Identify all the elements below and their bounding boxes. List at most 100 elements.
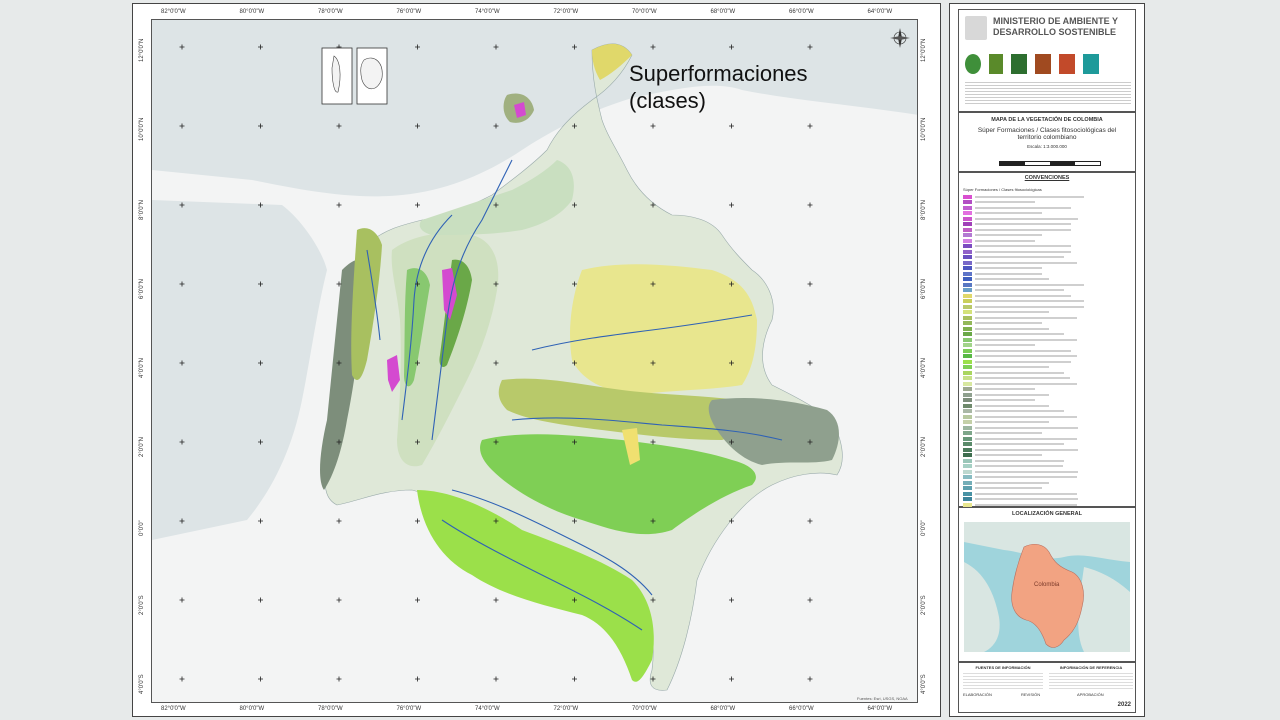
header-box: MINISTERIO DE AMBIENTE Y DESARROLLO SOST…	[958, 9, 1136, 112]
legend-swatch	[963, 348, 972, 353]
graticule-cross	[729, 676, 734, 682]
source-note: Fuentes: Esri, USGS, NOAA	[857, 696, 908, 701]
legend-label-line	[975, 393, 1049, 396]
map-canvas[interactable]: Fuentes: Esri, USGS, NOAA	[151, 19, 918, 703]
sources-text	[963, 671, 1043, 689]
legend-swatch	[963, 420, 972, 425]
location-inset-map: Colombia	[964, 522, 1130, 652]
longitude-label: 78°0'0"W	[318, 706, 343, 712]
footer-box: FUENTES DE INFORMACIÓN INFORMACIÓN DE RE…	[958, 662, 1136, 713]
legend-label-line	[975, 454, 1042, 457]
legend-label-line	[975, 360, 1071, 363]
legend-label-line	[975, 415, 1077, 418]
graticule-cross	[336, 676, 342, 682]
legend-swatch	[963, 260, 972, 265]
graticule-cross	[258, 676, 263, 682]
latitude-label: 12°0'0"N	[921, 38, 927, 62]
map-subtitle: Súper Formaciones / Clases fitosociológi…	[977, 127, 1117, 141]
legend-label-line	[975, 388, 1035, 391]
graticule-cross	[807, 123, 813, 129]
legend-label-line	[975, 432, 1042, 435]
graticule-cross	[650, 123, 656, 129]
legend-label-line	[975, 316, 1077, 319]
legend-swatch	[963, 458, 972, 463]
invemar-logo-icon	[1059, 54, 1075, 74]
llanos-savanna	[570, 264, 757, 395]
institution-logos	[965, 54, 1099, 74]
legend-swatch	[963, 491, 972, 496]
location-box: LOCALIZACIÓN GENERAL Colombia	[958, 507, 1136, 662]
legend-swatch	[963, 299, 972, 304]
map-title: MAPA DE LA VEGETACIÓN DE COLOMBIA	[991, 117, 1103, 123]
legend-swatch	[963, 442, 972, 447]
legend-swatch	[963, 321, 972, 326]
sources-header: FUENTES DE INFORMACIÓN	[975, 665, 1031, 670]
latitude-label: 2°0'0"N	[139, 436, 145, 457]
graticule-cross	[807, 518, 813, 524]
pacific-ocean	[152, 200, 327, 540]
graticule-cross	[258, 597, 263, 603]
legend-swatch	[963, 464, 972, 469]
graticule-cross	[415, 676, 420, 682]
legend-swatch	[963, 480, 972, 485]
reference-header: INFORMACIÓN DE REFERENCIA	[1059, 665, 1123, 670]
ministry-title: MINISTERIO DE AMBIENTE Y DESARROLLO SOST…	[993, 16, 1118, 37]
legend-swatch	[963, 376, 972, 381]
legend-swatch	[963, 332, 972, 337]
slide-headline: Superformaciones (clases)	[629, 61, 808, 113]
longitude-label: 80°0'0"W	[239, 9, 265, 15]
graticule-cross	[493, 676, 499, 682]
latitude-label: 8°0'0"N	[139, 199, 145, 220]
legend-label-line	[975, 377, 1070, 380]
legend-swatch	[963, 436, 972, 441]
year-label: 2022	[1117, 702, 1131, 708]
legend-swatch	[963, 354, 972, 359]
title-box: MAPA DE LA VEGETACIÓN DE COLOMBIA Súper …	[958, 112, 1136, 172]
map-frame: 82°0'0"W 80°0'0"W 78°0'0"W 76°0'0"W 74°0'0"W…	[132, 3, 941, 717]
graticule-cross	[179, 597, 185, 603]
legend-label-line	[975, 437, 1077, 440]
legend-label-line	[975, 305, 1084, 308]
legend-label-line	[975, 404, 1049, 407]
legend-label-line	[975, 338, 1077, 341]
legend-swatch	[963, 409, 972, 414]
legend-label-line	[975, 465, 1063, 468]
revision-label: REVISIÓN	[1021, 692, 1041, 697]
graticule-cross	[729, 202, 734, 208]
legend-label-line	[975, 217, 1078, 220]
approval-label: APROBACIÓN	[1077, 692, 1104, 697]
longitude-label: 82°0'0"W	[161, 706, 186, 712]
graticule-cross	[336, 202, 342, 208]
graticule-cross	[415, 597, 420, 603]
legend-label-line	[975, 201, 1035, 204]
legend-swatch	[963, 222, 972, 227]
legend-label-line	[975, 481, 1049, 484]
legend-label-line	[975, 459, 1064, 462]
graticule-cross	[729, 597, 734, 603]
graticule-cross	[415, 518, 420, 524]
longitude-label: 80°0'0"W	[239, 706, 265, 712]
legend-swatch	[963, 359, 972, 364]
legend-swatch	[963, 255, 972, 260]
latitude-label: 10°0'0"N	[921, 117, 927, 141]
legend-label-line	[975, 195, 1084, 198]
legend-label-line	[975, 426, 1078, 429]
legend-swatch	[963, 310, 972, 315]
legend-label-line	[975, 492, 1077, 495]
legend-swatch	[963, 315, 972, 320]
inset-providencia-island	[360, 57, 383, 90]
legend-label-line	[975, 278, 1049, 281]
legend-label-line	[975, 223, 1071, 226]
ideam-logo-icon	[1083, 54, 1099, 74]
credits-text-block	[965, 80, 1131, 106]
longitude-label: 76°0'0"W	[396, 9, 422, 15]
legend-swatch	[963, 326, 972, 331]
latitude-label: 2°0'0"N	[921, 436, 927, 457]
longitude-label: 70°0'0"W	[632, 9, 657, 15]
legend-swatch	[963, 414, 972, 419]
legend-label-line	[975, 228, 1071, 231]
legend-label-line	[975, 283, 1084, 286]
legend-label-line	[975, 344, 1035, 347]
legend-label-line	[975, 294, 1071, 297]
graticule-cross	[807, 360, 813, 366]
